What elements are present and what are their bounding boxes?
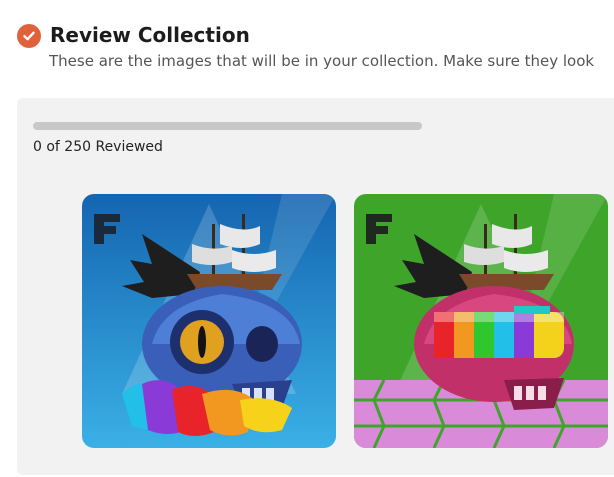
collection-image-card[interactable] xyxy=(82,194,336,448)
review-panel: 0 of 250 Reviewed xyxy=(17,98,614,475)
nft-skull-ship-image xyxy=(82,194,336,448)
review-progress-label: 0 of 250 Reviewed xyxy=(33,139,163,155)
nft-skull-ship-image xyxy=(354,194,608,448)
page-title: Review Collection xyxy=(50,23,250,47)
review-progress-bar xyxy=(33,122,422,130)
check-circle-icon xyxy=(17,24,41,48)
page-subtitle: These are the images that will be in you… xyxy=(49,52,595,70)
collection-image-card[interactable] xyxy=(354,194,608,448)
page-header: Review Collection xyxy=(17,23,614,50)
